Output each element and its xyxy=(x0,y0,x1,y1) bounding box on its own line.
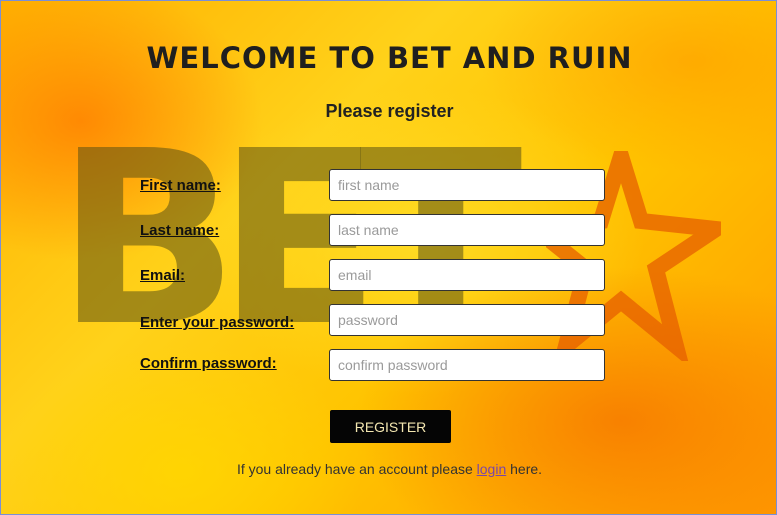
login-prompt-prefix: If you already have an account please xyxy=(236,461,477,477)
confirm-password-input[interactable] xyxy=(329,349,605,381)
last-name-row: Last name: xyxy=(140,214,606,247)
password-row: Enter your password: xyxy=(140,304,606,337)
last-name-input[interactable] xyxy=(329,214,605,246)
email-label: Email: xyxy=(140,267,186,284)
first-name-label: First name: xyxy=(140,177,221,194)
login-link[interactable]: login xyxy=(477,461,507,477)
email-input[interactable] xyxy=(329,259,605,291)
login-prompt-suffix: here. xyxy=(506,461,543,477)
first-name-input[interactable] xyxy=(329,169,605,201)
confirm-password-row: Confirm password: xyxy=(140,349,606,382)
confirm-password-label: Confirm password: xyxy=(140,355,277,372)
register-button[interactable]: REGISTER xyxy=(330,410,451,443)
registration-page: BET WELCOME TO BET AND RUIN Please regis… xyxy=(0,0,777,515)
page-subtitle: Please register xyxy=(325,101,454,121)
first-name-row: First name: xyxy=(140,169,606,202)
email-row: Email: xyxy=(140,259,606,292)
login-prompt: If you already have an account please lo… xyxy=(1,461,776,477)
last-name-label: Last name: xyxy=(140,222,220,239)
password-input[interactable] xyxy=(329,304,605,336)
password-label: Enter your password: xyxy=(140,314,295,331)
page-title: WELCOME TO BET AND RUIN xyxy=(146,41,633,75)
